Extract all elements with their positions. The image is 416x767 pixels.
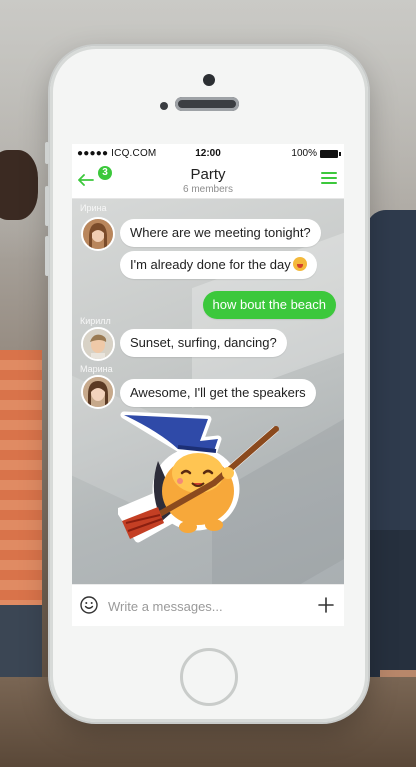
emoji-button[interactable] xyxy=(80,596,98,614)
message-text: I'm already done for the day xyxy=(130,257,291,272)
witch-cat-on-broom-sticker-icon xyxy=(116,411,279,543)
witch-cat-sticker[interactable] xyxy=(116,411,288,551)
message-bubble[interactable]: I'm already done for the day xyxy=(120,251,317,279)
avatar[interactable] xyxy=(81,217,115,251)
chat-title: Party xyxy=(190,166,226,183)
front-camera xyxy=(203,74,215,86)
phone-mockup: ●●●●● ICQ.COM 12:00 100% 3 Party 6 membe… xyxy=(45,46,368,722)
smile-emoji-icon xyxy=(292,257,307,271)
sender-name: Кирилл xyxy=(80,316,111,326)
attach-button[interactable] xyxy=(316,595,336,615)
members-count: 6 members xyxy=(182,184,233,195)
outgoing-message-bubble[interactable]: how bout the beach xyxy=(202,291,336,319)
message-bubble[interactable]: Where are we meeting tonight? xyxy=(120,219,321,247)
message-input[interactable] xyxy=(108,595,308,617)
message-bubble[interactable]: Sunset, surfing, dancing? xyxy=(120,329,287,357)
sender-name: Ирина xyxy=(80,203,107,213)
avatar[interactable] xyxy=(81,327,115,361)
battery-status: 100% xyxy=(291,148,341,159)
avatar[interactable] xyxy=(81,375,115,409)
menu-button[interactable] xyxy=(321,172,337,186)
proximity-sensor xyxy=(160,102,168,110)
plus-icon xyxy=(318,597,334,613)
smiley-icon xyxy=(80,596,98,614)
status-bar: ●●●●● ICQ.COM 12:00 100% xyxy=(72,144,344,162)
hamburger-menu-icon xyxy=(321,172,337,174)
battery-percent: 100% xyxy=(291,148,317,159)
earpiece-speaker xyxy=(175,97,239,111)
sender-name: Марина xyxy=(80,364,113,374)
message-list[interactable]: Ирина Where are we meeting tonight? I'm … xyxy=(72,199,344,584)
home-button[interactable] xyxy=(180,648,238,706)
chat-screen: ●●●●● ICQ.COM 12:00 100% 3 Party 6 membe… xyxy=(72,144,344,626)
message-composer xyxy=(72,584,344,626)
battery-icon xyxy=(320,149,341,158)
background-person-left xyxy=(0,150,50,725)
message-bubble[interactable]: Awesome, I'll get the speakers xyxy=(120,379,316,407)
chat-header: 3 Party 6 members xyxy=(72,162,344,199)
